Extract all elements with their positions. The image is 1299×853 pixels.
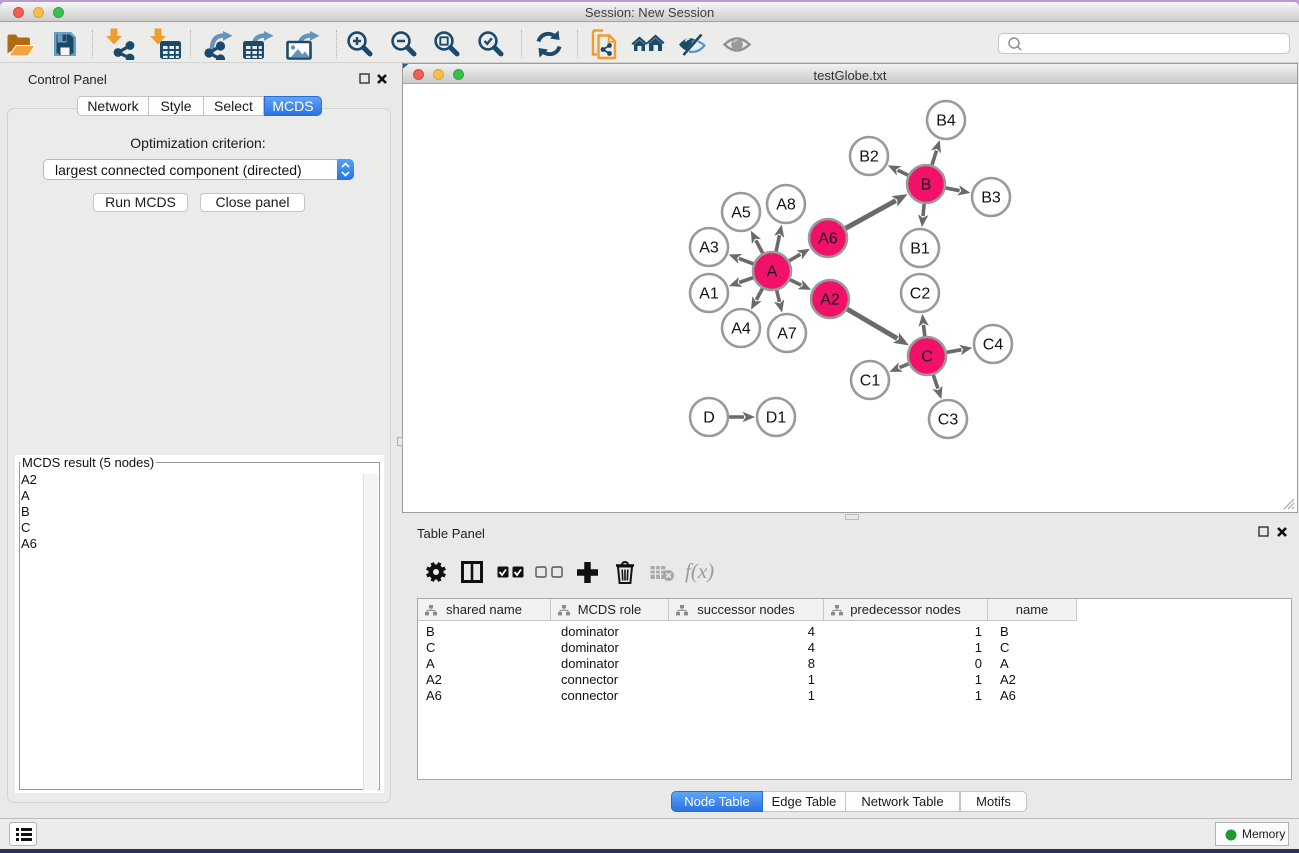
svg-text:B: B: [921, 177, 932, 194]
svg-text:C1: C1: [860, 373, 881, 390]
svg-text:B1: B1: [910, 241, 930, 258]
svg-text:A5: A5: [731, 205, 751, 222]
svg-text:B4: B4: [936, 113, 956, 130]
svg-text:A: A: [767, 264, 778, 281]
svg-text:B2: B2: [859, 149, 879, 166]
svg-text:A2: A2: [820, 292, 840, 309]
svg-text:C2: C2: [910, 286, 931, 303]
svg-text:C: C: [921, 349, 933, 366]
svg-text:B3: B3: [981, 190, 1001, 207]
svg-text:A7: A7: [777, 326, 797, 343]
svg-text:A6: A6: [818, 231, 838, 248]
svg-text:D1: D1: [766, 410, 787, 427]
svg-text:C4: C4: [983, 337, 1004, 354]
svg-text:D: D: [703, 410, 715, 427]
svg-text:C3: C3: [938, 412, 959, 429]
svg-text:A3: A3: [699, 240, 719, 257]
svg-text:A4: A4: [731, 321, 751, 338]
svg-text:A8: A8: [776, 197, 796, 214]
svg-text:A1: A1: [699, 286, 719, 303]
